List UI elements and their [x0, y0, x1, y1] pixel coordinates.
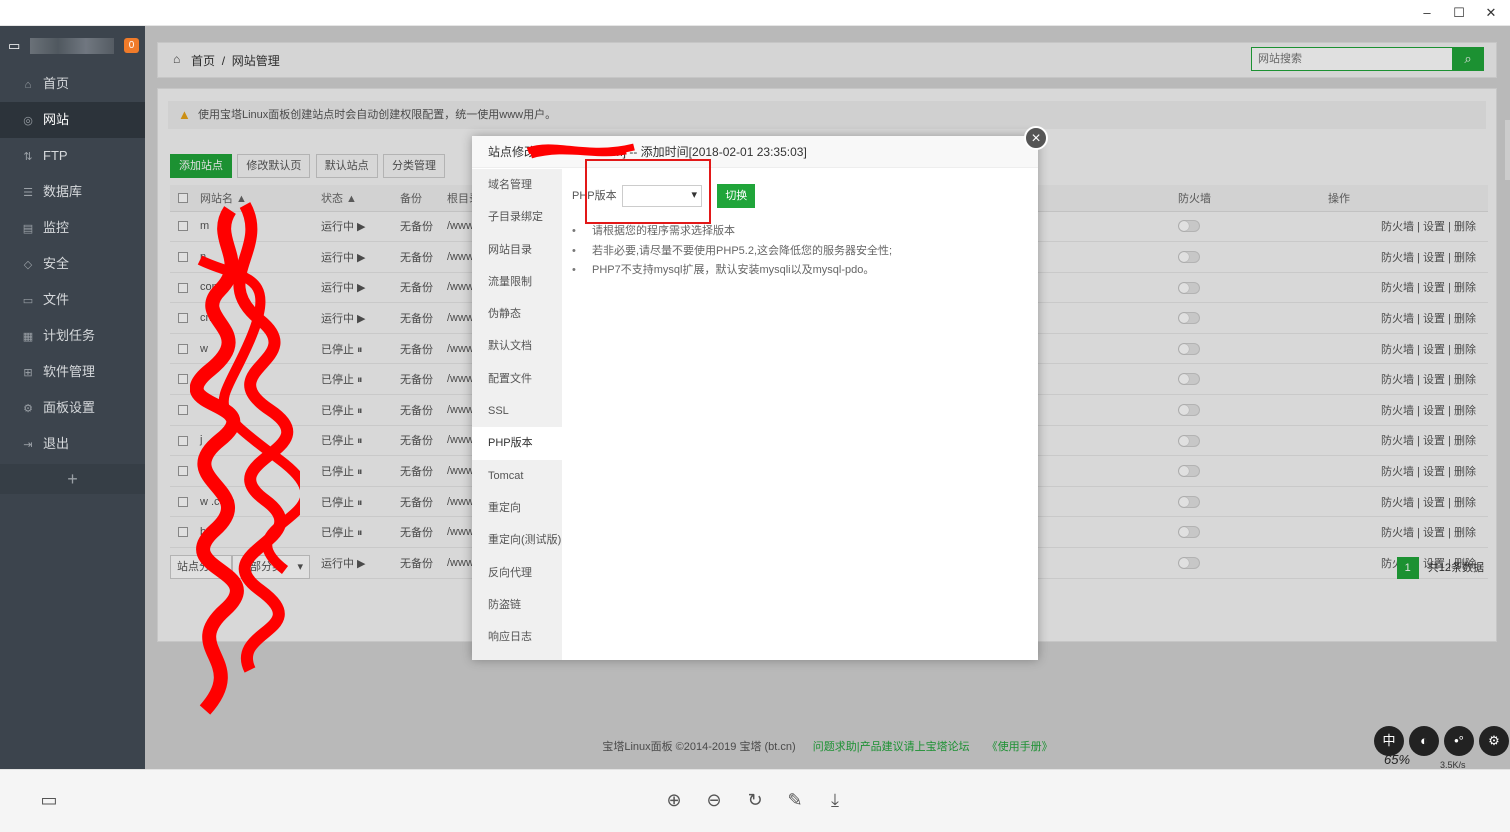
- globe-icon: ◎: [23, 115, 33, 127]
- sidebar-item-4[interactable]: ▤ 监控: [0, 210, 145, 246]
- monitor-icon: ▤: [22, 223, 34, 235]
- modal-menu-item[interactable]: 流量限制: [472, 266, 562, 298]
- gear-icon: ⚙: [23, 403, 33, 415]
- add-menu-button[interactable]: +: [0, 464, 145, 494]
- sidebar-item-3[interactable]: ☰ 数据库: [0, 174, 145, 210]
- zoom-out-icon[interactable]: ⊖: [703, 790, 725, 811]
- sidebar-item-label: 网站: [43, 112, 70, 127]
- modal-menu-item[interactable]: 防盗链: [472, 589, 562, 621]
- tip-item: 若非必要,请尽量不要使用PHP5.2,这会降低您的服务器安全性;: [572, 242, 892, 262]
- modal-menu-item[interactable]: 配置文件: [472, 363, 562, 395]
- maximize-button[interactable]: ☐: [1444, 3, 1474, 23]
- sidebar-item-label: 数据库: [43, 184, 83, 199]
- sidebar-item-8[interactable]: ⊞ 软件管理: [0, 354, 145, 390]
- apps-icon: ⊞: [23, 367, 33, 379]
- modal-menu-item[interactable]: 响应日志: [472, 621, 562, 653]
- sidebar-item-1[interactable]: ◎ 网站: [0, 102, 145, 138]
- sidebar-item-2[interactable]: ⇅ FTP: [0, 138, 145, 174]
- tray-widget: 中 ◐ •° ⚙ 65% 3.5K/s: [1372, 722, 1510, 770]
- sidebar-item-label: 面板设置: [43, 400, 96, 415]
- sidebar-header: ▭ 0: [0, 26, 145, 66]
- tip-item: PHP7不支持mysql扩展，默认安装mysqli以及mysql-pdo。: [572, 261, 892, 281]
- sidebar: ▭ 0 ⌂ 首页 ◎ 网站 ⇅ FTP ☰ 数据库 ▤ 监控 ◇ 安全 ▭ 文件 ▦ 计划任务 ⊞ 软件管理 ⚙ 面板…: [0, 26, 145, 769]
- minimize-button[interactable]: –: [1412, 3, 1442, 23]
- sidebar-item-0[interactable]: ⌂ 首页: [0, 66, 145, 102]
- database-icon: ☰: [23, 187, 33, 199]
- folder-icon: ▭: [22, 295, 34, 307]
- server-name-redacted: [30, 38, 114, 54]
- sidebar-item-label: 首页: [43, 76, 70, 91]
- ftp-icon: ⇅: [23, 151, 33, 163]
- sidebar-item-label: 计划任务: [43, 328, 96, 343]
- sidebar-item-label: 安全: [43, 256, 70, 271]
- sidebar-item-label: FTP: [43, 148, 68, 163]
- zoom-in-icon[interactable]: ⊕: [663, 790, 685, 811]
- modal-menu-item[interactable]: Tomcat: [472, 460, 562, 492]
- modal-menu-item[interactable]: 反向代理: [472, 557, 562, 589]
- sidebar-nav: ⌂ 首页 ◎ 网站 ⇅ FTP ☰ 数据库 ▤ 监控 ◇ 安全 ▭ 文件 ▦ 计划任务 ⊞ 软件管理 ⚙ 面板设置 ⇥ 退…: [0, 66, 145, 462]
- thumbnail-icon[interactable]: ▭: [38, 790, 60, 811]
- sidebar-item-10[interactable]: ⇥ 退出: [0, 426, 145, 462]
- window-titlebar: – ☐ ✕: [0, 0, 1510, 26]
- modal-menu-item[interactable]: PHP版本: [472, 427, 562, 460]
- close-window-button[interactable]: ✕: [1476, 3, 1506, 23]
- scrollbar[interactable]: [1505, 120, 1510, 180]
- cpu-percent: 65%: [1384, 752, 1411, 767]
- modal-menu-item[interactable]: 重定向(测试版): [472, 524, 562, 556]
- sidebar-item-label: 监控: [43, 220, 70, 235]
- settings-icon[interactable]: ⚙: [1479, 726, 1509, 756]
- tip-item: 请根据您的程序需求选择版本: [572, 222, 892, 242]
- sidebar-item-5[interactable]: ◇ 安全: [0, 246, 145, 282]
- modal-close-button[interactable]: ×: [1024, 126, 1048, 150]
- notification-badge[interactable]: 0: [124, 38, 139, 53]
- schedule-icon: ▦: [22, 331, 34, 343]
- image-viewer-toolbar: ▭ ⊕ ⊖ ↻ ✎ ⤓: [0, 769, 1510, 832]
- home-icon: ⌂: [24, 79, 32, 91]
- modal-menu-item[interactable]: 伪静态: [472, 298, 562, 330]
- sidebar-item-label: 文件: [43, 292, 70, 307]
- redaction-scribble: [190, 202, 300, 715]
- sidebar-item-7[interactable]: ▦ 计划任务: [0, 318, 145, 354]
- shield-icon: ◇: [23, 259, 33, 271]
- sidebar-item-9[interactable]: ⚙ 面板设置: [0, 390, 145, 426]
- modal-menu-item[interactable]: 域名管理: [472, 169, 562, 201]
- site-edit-modal: 站点修改 om] -- 添加时间[2018-02-01 23:35:03] × 域…: [472, 126, 1048, 660]
- modal-menu-item[interactable]: SSL: [472, 395, 562, 427]
- modal-menu-item[interactable]: 默认文档: [472, 330, 562, 362]
- download-icon[interactable]: ⤓: [824, 790, 846, 811]
- modal-menu-item[interactable]: 重定向: [472, 492, 562, 524]
- rotate-icon[interactable]: ↻: [744, 790, 766, 811]
- monitor-icon: ▭: [8, 38, 21, 53]
- logout-icon: ⇥: [23, 439, 33, 451]
- tips-list: 请根据您的程序需求选择版本若非必要,请尽量不要使用PHP5.2,这会降低您的服务…: [572, 222, 892, 281]
- sidebar-item-6[interactable]: ▭ 文件: [0, 282, 145, 318]
- dots-icon[interactable]: •°: [1444, 726, 1474, 756]
- highlight-box: [585, 159, 711, 224]
- sidebar-item-label: 软件管理: [43, 364, 96, 379]
- edit-icon[interactable]: ✎: [784, 790, 806, 811]
- modal-menu-item[interactable]: 子目录绑定: [472, 201, 562, 233]
- moon-icon[interactable]: ◐: [1409, 726, 1439, 756]
- switch-button[interactable]: 切换: [717, 184, 756, 208]
- modal-menu-item[interactable]: 网站目录: [472, 234, 562, 266]
- modal-menu: 域名管理 子目录绑定 网站目录 流量限制 伪静态 默认文档 配置文件 SSL PHP版本 Tomc…: [472, 169, 562, 660]
- title-redaction-scribble: [526, 143, 635, 159]
- sidebar-item-label: 退出: [43, 436, 70, 451]
